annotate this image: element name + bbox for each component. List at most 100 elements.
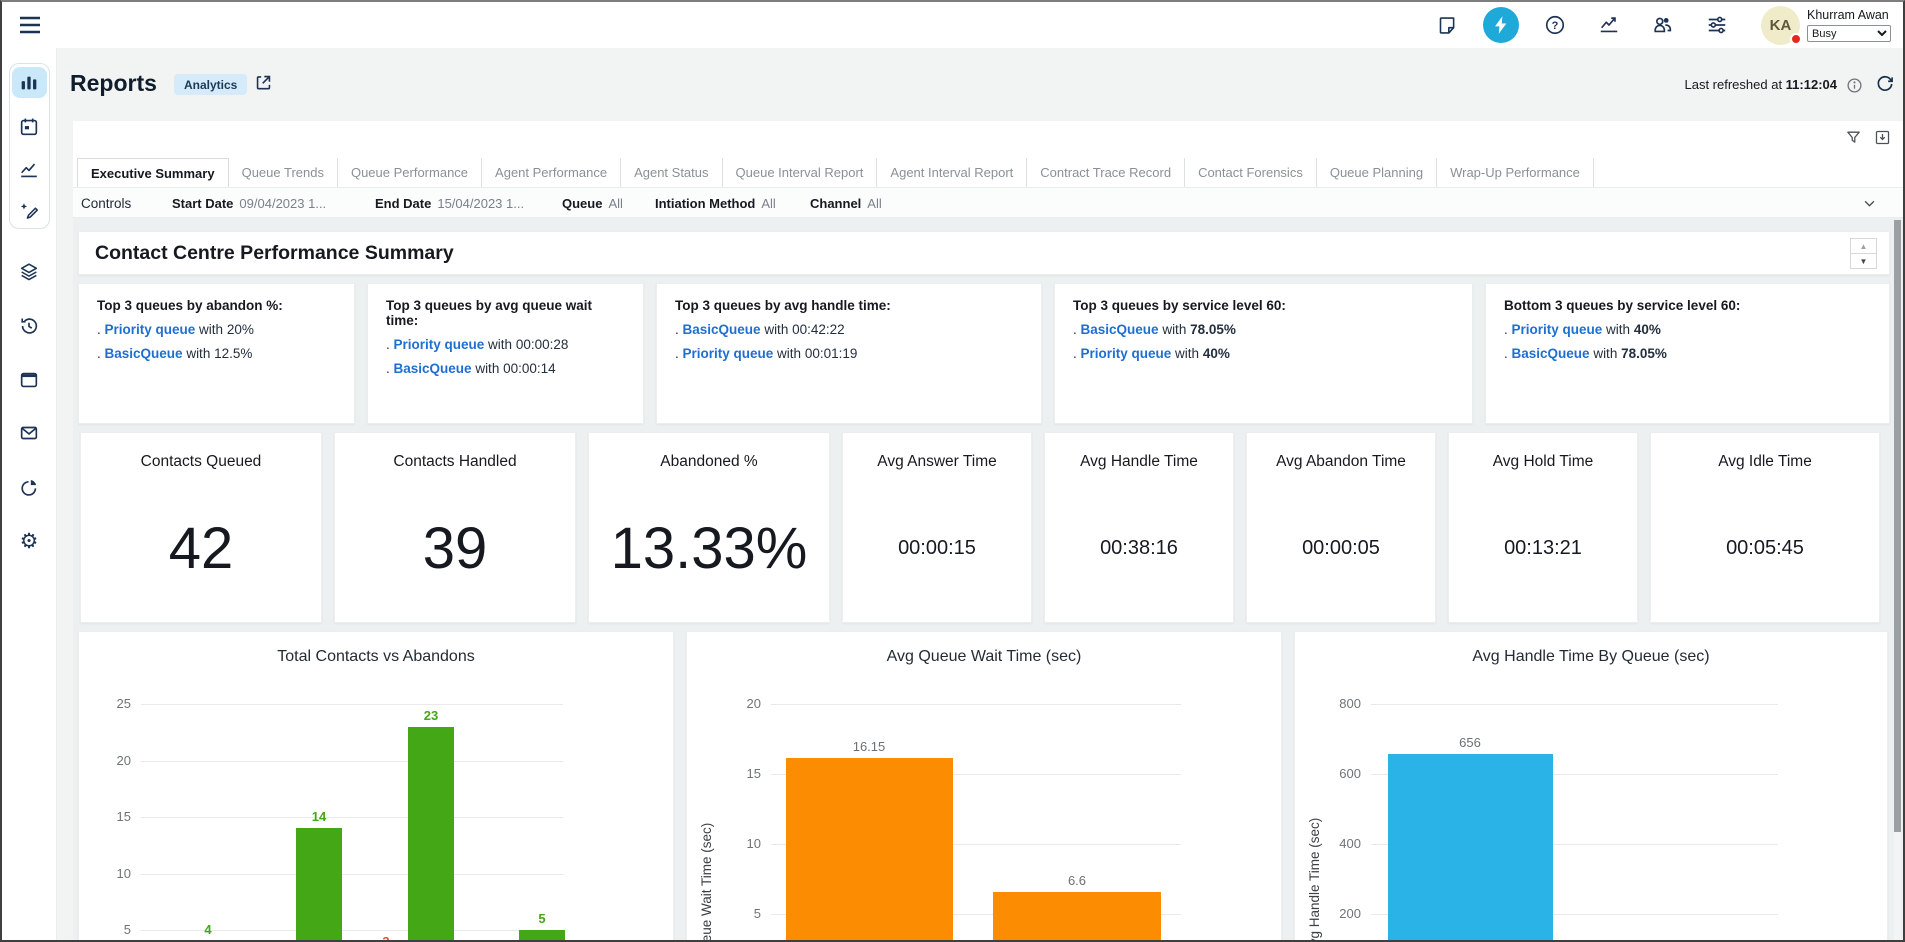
kpi-value: 00:00:15 <box>843 495 1031 602</box>
insight-line: . Priority queue with 20% <box>97 322 336 337</box>
info-icon[interactable] <box>1846 77 1863 94</box>
bar-avg-handle-time[interactable] <box>1388 754 1553 940</box>
kpi-value: 00:00:05 <box>1247 495 1435 602</box>
insight-line: . Priority queue with 00:01:19 <box>675 346 1023 361</box>
history-icon[interactable] <box>18 315 40 337</box>
gridline <box>1371 704 1778 705</box>
annotate-icon[interactable] <box>18 200 40 222</box>
calendar-icon[interactable] <box>18 116 40 138</box>
kpi-value: 00:38:16 <box>1045 495 1233 602</box>
insight-card: Top 3 queues by avg handle time:. BasicQ… <box>656 283 1042 424</box>
queue-link[interactable]: BasicQueue <box>683 322 761 337</box>
tab-contact-forensics[interactable]: Contact Forensics <box>1185 158 1317 187</box>
filter-start-date[interactable]: Start Date09/04/2023 1... <box>172 196 326 211</box>
bar-contacts[interactable] <box>519 930 565 940</box>
topbar-actions: ? KA Khurram Awan Busy <box>1411 2 1895 48</box>
gridline <box>141 704 563 705</box>
gridline <box>141 874 563 875</box>
filter-queue[interactable]: QueueAll <box>562 196 623 211</box>
pie-chart-icon[interactable] <box>18 476 40 498</box>
tab-agent-status[interactable]: Agent Status <box>621 158 722 187</box>
tab-agent-performance[interactable]: Agent Performance <box>482 158 621 187</box>
insight-line: . Priority queue with 40% <box>1073 346 1454 361</box>
sliders-icon[interactable] <box>1699 7 1735 43</box>
insight-line: . BasicQueue with 78.05% <box>1504 346 1871 361</box>
mail-icon[interactable] <box>18 422 40 444</box>
filter-end-date[interactable]: End Date15/04/2023 1... <box>375 196 524 211</box>
export-icon[interactable] <box>1874 129 1891 146</box>
notes-icon[interactable] <box>1429 7 1465 43</box>
status-select[interactable]: Busy <box>1807 25 1891 42</box>
insight-title: Top 3 queues by service level 60: <box>1073 298 1454 313</box>
tab-wrap-up-performance[interactable]: Wrap-Up Performance <box>1437 158 1594 187</box>
queue-link[interactable]: Priority queue <box>683 346 774 361</box>
line-chart-icon[interactable] <box>18 159 40 181</box>
flash-icon[interactable] <box>1483 7 1519 43</box>
gear-icon[interactable]: ⚙ <box>18 530 40 552</box>
avatar[interactable]: KA <box>1761 6 1800 45</box>
bar-avg-queue-wait-time[interactable] <box>786 758 953 940</box>
tab-queue-interval-report[interactable]: Queue Interval Report <box>723 158 878 187</box>
chart-title: Total Contacts vs Abandons <box>79 648 673 666</box>
kpi-label: Contacts Queued <box>81 453 321 471</box>
y-tick-label: 400 <box>1317 836 1361 851</box>
bar-contacts[interactable] <box>296 828 342 940</box>
report-tabs: Executive SummaryQueue TrendsQueue Perfo… <box>77 158 1863 187</box>
tab-queue-performance[interactable]: Queue Performance <box>338 158 482 187</box>
bar-chart-icon[interactable] <box>18 72 40 94</box>
bar-contacts[interactable] <box>408 727 454 940</box>
tab-queue-trends[interactable]: Queue Trends <box>229 158 338 187</box>
report-panel: Executive SummaryQueue TrendsQueue Perfo… <box>73 121 1903 940</box>
filter-intiation-method[interactable]: Intiation MethodAll <box>655 196 776 211</box>
vertical-scrollbar[interactable] <box>1894 220 1901 940</box>
insight-card: Top 3 queues by abandon %: . Priority que… <box>78 283 355 424</box>
app-window: ? KA Khurram Awan Busy <box>0 0 1905 942</box>
insight-card: Top 3 queues by service level 60: . Basic… <box>1054 283 1473 424</box>
kpi-label: Abandoned % <box>589 453 829 471</box>
insight-line: . BasicQueue with 00:42:22 <box>675 322 1023 337</box>
tab-executive-summary[interactable]: Executive Summary <box>77 158 229 187</box>
queue-link[interactable]: BasicQueue <box>105 346 183 361</box>
spinner-up-icon[interactable]: ▲ <box>1851 239 1876 254</box>
queue-link[interactable]: Priority queue <box>1512 322 1603 337</box>
queue-link[interactable]: Priority queue <box>394 337 485 352</box>
queue-link[interactable]: Priority queue <box>1081 346 1172 361</box>
queue-link[interactable]: BasicQueue <box>394 361 472 376</box>
tab-agent-interval-report[interactable]: Agent Interval Report <box>877 158 1027 187</box>
insight-line: . BasicQueue with 12.5% <box>97 346 336 361</box>
top-bar: ? KA Khurram Awan Busy <box>2 2 1903 48</box>
external-link-icon[interactable] <box>254 73 273 92</box>
refresh-icon[interactable] <box>1875 74 1895 94</box>
dashboard: Contact Centre Performance Summary ▲ ▼ P… <box>73 218 1903 940</box>
kpi-label: Contacts Handled <box>335 453 575 471</box>
bar-avg-queue-wait-time[interactable] <box>993 892 1161 940</box>
help-icon[interactable]: ? <box>1537 7 1573 43</box>
y-tick-label: 800 <box>1317 696 1361 711</box>
kpi-value: 00:13:21 <box>1449 495 1637 602</box>
filter-channel[interactable]: ChannelAll <box>810 196 882 211</box>
insight-title: Top 3 queues by abandon %: <box>97 298 336 313</box>
filter-funnel-icon[interactable] <box>1845 129 1862 146</box>
queue-link[interactable]: Priority queue <box>105 322 196 337</box>
insight-line: . BasicQueue with 78.05% <box>1073 322 1454 337</box>
spinner-down-icon[interactable]: ▼ <box>1851 254 1876 268</box>
scrollbar-thumb[interactable] <box>1894 220 1901 832</box>
queue-link[interactable]: BasicQueue <box>1081 322 1159 337</box>
bar-value-label: 6.6 <box>1042 873 1112 888</box>
y-tick-label: 600 <box>1317 766 1361 781</box>
last-refreshed: Last refreshed at 11:12:04 <box>1685 77 1838 92</box>
queue-link[interactable]: BasicQueue <box>1512 346 1590 361</box>
window-icon[interactable] <box>18 369 40 391</box>
chevron-down-icon[interactable] <box>1862 196 1877 211</box>
kpi-card-contacts-queued: Contacts Queued42 <box>80 432 322 623</box>
agents-icon[interactable] <box>1645 7 1681 43</box>
metrics-icon[interactable] <box>1591 7 1627 43</box>
tab-queue-planning[interactable]: Queue Planning <box>1317 158 1437 187</box>
y-tick-label: 200 <box>1317 906 1361 921</box>
insight-title: Top 3 queues by avg queue wait time: <box>386 298 625 328</box>
layers-icon[interactable] <box>18 261 40 283</box>
hamburger-menu-icon[interactable] <box>17 14 43 36</box>
kpi-card-abandoned-: Abandoned %13.33% <box>588 432 830 623</box>
chart-card-1: Total Contacts vs Abandons25201510541432… <box>78 631 674 940</box>
tab-contract-trace-record[interactable]: Contract Trace Record <box>1027 158 1185 187</box>
